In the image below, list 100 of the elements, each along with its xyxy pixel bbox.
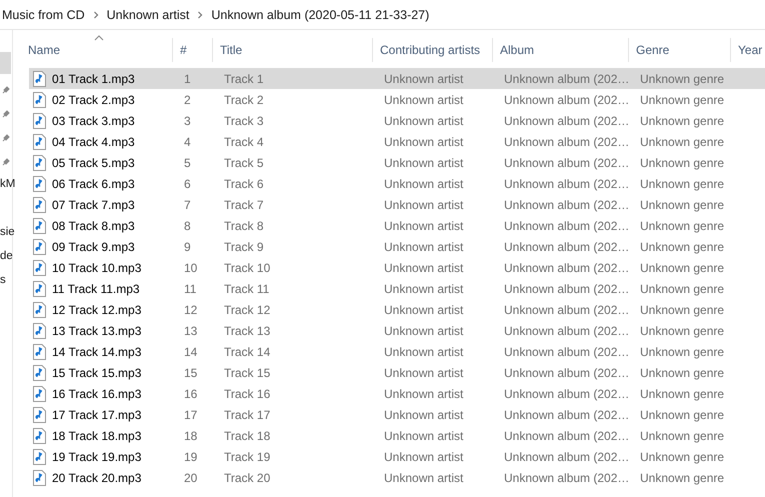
album-name: Unknown album (202… xyxy=(504,366,630,380)
artist-name: Unknown artist xyxy=(384,386,464,400)
file-row[interactable]: 12 Track 12.mp3 12 Track 12 Unknown artist Unknown album (202… Unknown genre xyxy=(29,299,765,320)
audio-file-icon xyxy=(32,260,47,276)
file-name[interactable]: 02 Track 2.mp3 xyxy=(52,92,135,106)
file-row[interactable]: 08 Track 8.mp3 8 Track 8 Unknown artist Unknown album (202… Unknown genre xyxy=(29,215,765,236)
column-header[interactable]: Year xyxy=(731,38,765,62)
column-header[interactable]: # xyxy=(173,38,213,62)
sort-ascending-icon xyxy=(94,35,104,41)
album-name: Unknown album (202… xyxy=(504,344,630,358)
genre-name: Unknown genre xyxy=(640,344,724,358)
nav-item-label[interactable]: kM xyxy=(0,178,16,190)
column-header[interactable]: Title xyxy=(213,38,373,62)
file-row[interactable]: 15 Track 15.mp3 15 Track 15 Unknown artist Unknown album (202… Unknown genre xyxy=(29,362,765,383)
file-name[interactable]: 20 Track 20.mp3 xyxy=(52,470,142,484)
file-row[interactable]: 02 Track 2.mp3 2 Track 2 Unknown artist Unknown album (202… Unknown genre xyxy=(29,89,765,110)
file-name[interactable]: 06 Track 6.mp3 xyxy=(52,176,135,190)
column-header[interactable]: Album xyxy=(493,38,629,62)
genre-name: Unknown genre xyxy=(640,198,724,212)
track-number: 7 xyxy=(184,198,191,212)
file-name[interactable]: 09 Track 9.mp3 xyxy=(52,240,135,254)
file-name[interactable]: 15 Track 15.mp3 xyxy=(52,366,142,380)
file-name[interactable]: 07 Track 7.mp3 xyxy=(52,198,135,212)
track-title: Track 4 xyxy=(224,134,264,148)
audio-file-icon xyxy=(32,112,47,128)
genre-name: Unknown genre xyxy=(640,324,724,338)
breadcrumb-item[interactable]: Unknown artist xyxy=(106,8,190,22)
file-row[interactable]: 03 Track 3.mp3 3 Track 3 Unknown artist Unknown album (202… Unknown genre xyxy=(29,110,765,131)
column-header[interactable]: Genre xyxy=(629,38,731,62)
audio-file-icon xyxy=(32,322,47,338)
genre-name: Unknown genre xyxy=(640,366,724,380)
column-header[interactable]: Name xyxy=(25,38,173,62)
genre-name: Unknown genre xyxy=(640,428,724,442)
file-row[interactable]: 09 Track 9.mp3 9 Track 9 Unknown artist Unknown album (202… Unknown genre xyxy=(29,236,765,257)
album-name: Unknown album (202… xyxy=(504,176,630,190)
file-name[interactable]: 10 Track 10.mp3 xyxy=(52,260,142,274)
breadcrumb-item[interactable]: Unknown album (2020-05-11 21-33-27) xyxy=(211,8,430,22)
file-row[interactable]: 14 Track 14.mp3 14 Track 14 Unknown artist Unknown album (202… Unknown genre xyxy=(29,341,765,362)
file-row[interactable]: 05 Track 5.mp3 5 Track 5 Unknown artist Unknown album (202… Unknown genre xyxy=(29,152,765,173)
genre-name: Unknown genre xyxy=(640,134,724,148)
track-number: 5 xyxy=(184,156,191,170)
nav-item[interactable]: kM xyxy=(0,172,13,196)
nav-item[interactable]: s xyxy=(0,268,13,292)
track-number: 17 xyxy=(184,408,198,422)
genre-name: Unknown genre xyxy=(640,450,724,464)
nav-item-label[interactable]: sie xyxy=(0,226,15,238)
file-row[interactable]: 13 Track 13.mp3 13 Track 13 Unknown artist Unknown album (202… Unknown genre xyxy=(29,320,765,341)
nav-item[interactable]: sie xyxy=(0,220,13,244)
breadcrumb-item[interactable]: Music from CD xyxy=(2,8,85,22)
track-number: 14 xyxy=(184,344,198,358)
file-name[interactable]: 11 Track 11.mp3 xyxy=(52,282,140,296)
file-name[interactable]: 17 Track 17.mp3 xyxy=(52,408,142,422)
file-name[interactable]: 18 Track 18.mp3 xyxy=(52,428,142,442)
file-name[interactable]: 14 Track 14.mp3 xyxy=(52,344,142,358)
column-header[interactable]: Contributing artists xyxy=(373,38,493,62)
nav-item[interactable]: de xyxy=(0,244,13,268)
nav-item-label[interactable]: de xyxy=(0,250,13,262)
audio-file-icon xyxy=(32,176,47,192)
artist-name: Unknown artist xyxy=(384,176,464,190)
file-name[interactable]: 12 Track 12.mp3 xyxy=(52,302,142,316)
file-name[interactable]: 05 Track 5.mp3 xyxy=(52,156,135,170)
file-name[interactable]: 03 Track 3.mp3 xyxy=(52,114,135,128)
genre-name: Unknown genre xyxy=(640,92,724,106)
file-row[interactable]: 01 Track 1.mp3 1 Track 1 Unknown artist Unknown album (202… Unknown genre xyxy=(29,68,765,89)
artist-name: Unknown artist xyxy=(384,302,464,316)
audio-file-icon xyxy=(32,428,47,444)
track-title: Track 11 xyxy=(224,282,270,296)
album-name: Unknown album (202… xyxy=(504,240,630,254)
track-number: 9 xyxy=(184,240,191,254)
file-row[interactable]: 06 Track 6.mp3 6 Track 6 Unknown artist Unknown album (202… Unknown genre xyxy=(29,173,765,194)
file-name[interactable]: 08 Track 8.mp3 xyxy=(52,218,135,232)
file-row[interactable]: 19 Track 19.mp3 19 Track 19 Unknown artist Unknown album (202… Unknown genre xyxy=(29,446,765,467)
track-title: Track 2 xyxy=(224,92,264,106)
audio-file-icon xyxy=(32,302,47,318)
album-name: Unknown album (202… xyxy=(504,72,630,86)
file-row[interactable]: 16 Track 16.mp3 16 Track 16 Unknown artist Unknown album (202… Unknown genre xyxy=(29,383,765,404)
file-name[interactable]: 16 Track 16.mp3 xyxy=(52,386,142,400)
genre-name: Unknown genre xyxy=(640,240,724,254)
file-row[interactable]: 17 Track 17.mp3 17 Track 17 Unknown artist Unknown album (202… Unknown genre xyxy=(29,404,765,425)
file-name[interactable]: 13 Track 13.mp3 xyxy=(52,324,142,338)
artist-name: Unknown artist xyxy=(384,134,464,148)
file-row[interactable]: 18 Track 18.mp3 18 Track 18 Unknown artist Unknown album (202… Unknown genre xyxy=(29,425,765,446)
file-row[interactable]: 20 Track 20.mp3 20 Track 20 Unknown artist Unknown album (202… Unknown genre xyxy=(29,467,765,488)
artist-name: Unknown artist xyxy=(384,470,464,484)
audio-file-icon xyxy=(32,364,47,380)
track-title: Track 16 xyxy=(224,386,270,400)
file-name[interactable]: 04 Track 4.mp3 xyxy=(52,134,135,148)
file-row[interactable]: 04 Track 4.mp3 4 Track 4 Unknown artist Unknown album (202… Unknown genre xyxy=(29,131,765,152)
file-row[interactable]: 10 Track 10.mp3 10 Track 10 Unknown artist Unknown album (202… Unknown genre xyxy=(29,257,765,278)
nav-item-label[interactable]: s xyxy=(0,274,6,286)
file-name[interactable]: 01 Track 1.mp3 xyxy=(52,72,135,86)
album-name: Unknown album (202… xyxy=(504,302,630,316)
file-row[interactable]: 11 Track 11.mp3 11 Track 11 Unknown artist Unknown album (202… Unknown genre xyxy=(29,278,765,299)
file-name[interactable]: 19 Track 19.mp3 xyxy=(52,450,142,464)
genre-name: Unknown genre xyxy=(640,72,724,86)
genre-name: Unknown genre xyxy=(640,176,724,190)
track-title: Track 18 xyxy=(224,428,270,442)
audio-file-icon xyxy=(32,196,47,212)
file-row[interactable]: 07 Track 7.mp3 7 Track 7 Unknown artist Unknown album (202… Unknown genre xyxy=(29,194,765,215)
chevron-right-icon xyxy=(197,10,204,18)
